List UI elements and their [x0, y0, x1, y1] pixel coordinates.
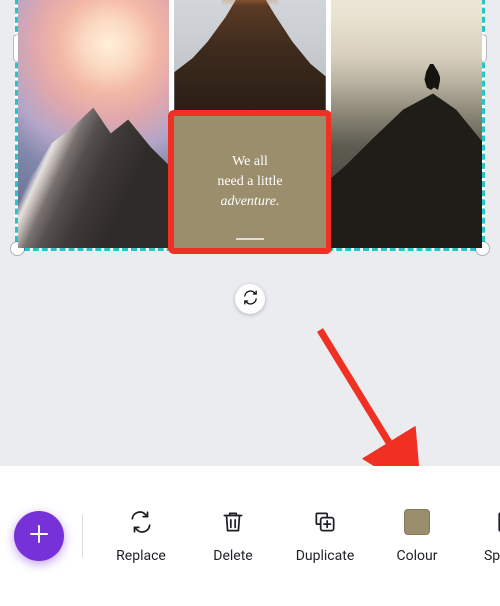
spacing-button[interactable]: Spacing: [463, 508, 500, 564]
duplicate-button[interactable]: Duplicate: [279, 508, 371, 564]
colour-button[interactable]: Colour: [371, 508, 463, 564]
spacing-label: Spacing: [484, 548, 500, 564]
photo-mountain-sunset[interactable]: [18, 0, 169, 248]
delete-button[interactable]: Delete: [187, 508, 279, 564]
photo-volcano[interactable]: [174, 0, 325, 111]
collage-column-left: [18, 0, 169, 248]
swap-button[interactable]: [235, 284, 265, 314]
quote-line-2: need a little: [217, 172, 282, 192]
photo-hikers-silhouette[interactable]: [331, 0, 482, 248]
duplicate-label: Duplicate: [296, 548, 355, 564]
quote-line-3: adventure.: [217, 192, 282, 212]
replace-icon: [127, 508, 155, 536]
selected-element-frame[interactable]: We all need a little adventure.: [15, 0, 485, 251]
swap-icon: [242, 289, 259, 310]
toolbar-divider: [82, 515, 83, 557]
quote-line-1: We all: [217, 152, 282, 172]
trash-icon: [219, 508, 247, 536]
replace-button[interactable]: Replace: [95, 508, 187, 564]
quote-tile[interactable]: We all need a little adventure.: [174, 116, 325, 248]
toolbar-tools: Replace Delete Duplicate: [95, 508, 500, 564]
delete-label: Delete: [213, 548, 252, 564]
duplicate-icon: [311, 508, 339, 536]
bottom-toolbar: Replace Delete Duplicate: [0, 466, 500, 606]
add-button[interactable]: [14, 511, 64, 561]
colour-label: Colour: [397, 548, 438, 564]
quote-tile-wrapper: We all need a little adventure.: [174, 116, 325, 248]
collage-column-right: [331, 0, 482, 248]
colour-swatch-icon: [403, 508, 431, 536]
plus-icon: [27, 522, 51, 550]
replace-label: Replace: [116, 548, 166, 564]
collage-column-middle: We all need a little adventure.: [174, 0, 325, 248]
spacing-icon: [495, 508, 500, 536]
